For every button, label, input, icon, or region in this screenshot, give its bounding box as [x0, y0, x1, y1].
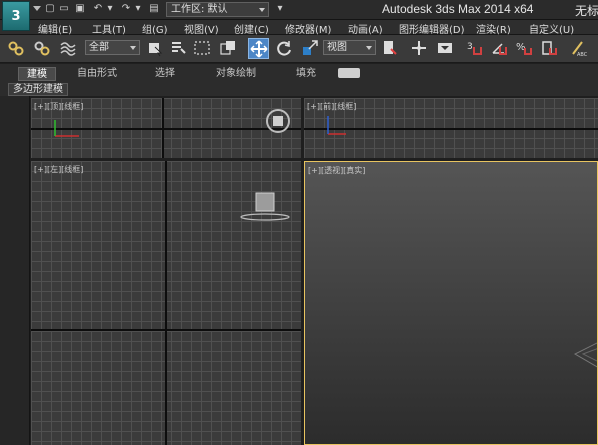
undo-icon[interactable]: ↶ — [92, 3, 104, 15]
select-object-icon[interactable] — [146, 39, 164, 57]
svg-text:ABC: ABC — [577, 52, 588, 57]
select-and-move-icon[interactable] — [248, 38, 269, 59]
tab-populate[interactable]: 填充 — [288, 67, 324, 81]
ribbon-options-dropdown[interactable] — [338, 68, 360, 78]
app-logo-glyph: 3 — [11, 8, 21, 24]
window-title: Autodesk 3ds Max 2014 x64 — [382, 2, 534, 16]
app-menu-button[interactable]: 3 — [2, 1, 30, 31]
ribbon-panel-polygon-modeling[interactable]: 多边形建模 — [8, 83, 68, 96]
menu-group[interactable]: 组(G) — [142, 21, 168, 36]
svg-text:3: 3 — [467, 42, 473, 52]
redo-icon[interactable]: ↷ — [120, 3, 132, 15]
viewcube-icon[interactable] — [239, 189, 291, 223]
workspace-selector[interactable]: 工作区: 默认 — [166, 2, 269, 17]
viewport-perspective[interactable]: [+][透视][真实] — [304, 161, 598, 445]
selection-filter-value: 全部 — [89, 42, 109, 53]
project-folder-icon[interactable]: ▤ — [148, 3, 160, 15]
reference-coordinate-dropdown[interactable]: 视图 — [323, 40, 376, 55]
select-by-name-icon[interactable] — [169, 39, 187, 57]
undo-dropdown-icon[interactable]: ▾ — [104, 3, 116, 15]
save-icon[interactable]: ▣ — [74, 3, 86, 15]
bind-to-space-warp-icon[interactable] — [59, 39, 77, 57]
redo-dropdown-icon[interactable]: ▾ — [132, 3, 144, 15]
edit-named-selection-icon[interactable]: ABC — [570, 39, 588, 58]
tab-freeform[interactable]: 自由形式 — [69, 67, 125, 81]
menu-animation[interactable]: 动画(A) — [348, 21, 383, 36]
spinner-snap-toggle-icon[interactable] — [540, 39, 558, 57]
menu-bar: 编辑(E) 工具(T) 组(G) 视图(V) 创建(C) 修改器(M) 动画(A… — [0, 20, 598, 36]
menu-graph-editors[interactable]: 图形编辑器(D) — [399, 21, 465, 36]
reference-coordinate-value: 视图 — [327, 42, 347, 53]
viewport-top[interactable]: [+][顶][线框] — [31, 98, 301, 158]
customize-quick-access-icon[interactable]: ▾ — [274, 3, 286, 15]
unlink-selection-icon[interactable] — [33, 39, 51, 57]
viewport-front[interactable]: [+][前][线框] — [304, 98, 598, 158]
perspective-grid-corner — [573, 342, 597, 368]
ribbon: 建模 自由形式 选择 对象绘制 填充 多边形建模 — [0, 64, 598, 96]
pivot-center-icon[interactable] — [381, 39, 399, 57]
axis-tripod-icon — [327, 116, 346, 135]
keyboard-shortcut-override-icon[interactable] — [436, 39, 454, 57]
grid-axis-horizontal — [31, 329, 301, 331]
chevron-down-icon — [259, 8, 265, 12]
viewcube-icon[interactable] — [265, 108, 291, 134]
tab-selection[interactable]: 选择 — [147, 67, 183, 81]
select-and-manipulate-icon[interactable] — [410, 39, 428, 57]
rectangular-selection-region-icon[interactable] — [193, 39, 211, 57]
axis-tripod-icon — [54, 120, 79, 137]
new-file-icon[interactable]: ▢ — [44, 3, 56, 15]
menu-view[interactable]: 视图(V) — [184, 21, 219, 36]
grid-axis-vertical — [165, 161, 167, 445]
menu-rendering[interactable]: 渲染(R) — [476, 21, 511, 36]
chevron-down-icon — [130, 46, 136, 50]
select-and-link-icon[interactable] — [7, 39, 25, 57]
document-title: 无标 — [575, 4, 598, 18]
select-and-scale-icon[interactable] — [301, 39, 319, 57]
viewport-label-left[interactable]: [+][左][线框] — [34, 164, 83, 175]
chevron-down-icon — [366, 46, 372, 50]
selection-filter-dropdown[interactable]: 全部 — [85, 40, 140, 55]
percent-snap-toggle-icon[interactable]: % — [515, 39, 533, 57]
viewport-label-top[interactable]: [+][顶][线框] — [34, 101, 83, 112]
workspace-label: 工作区: 默认 — [171, 4, 228, 15]
tab-modeling[interactable]: 建模 — [18, 67, 56, 81]
menu-create[interactable]: 创建(C) — [234, 21, 269, 36]
left-side-strip — [0, 96, 30, 445]
menu-customize[interactable]: 自定义(U) — [529, 21, 574, 36]
main-toolbar: 全部 视图 3 % ABC — [0, 35, 598, 63]
menu-edit[interactable]: 编辑(E) — [38, 21, 72, 36]
snaps-toggle-icon[interactable]: 3 — [466, 39, 484, 57]
window-crossing-icon[interactable] — [219, 39, 237, 57]
menu-modifiers[interactable]: 修改器(M) — [285, 21, 331, 36]
viewport-left[interactable]: [+][左][线框] — [31, 161, 301, 445]
tab-object-paint[interactable]: 对象绘制 — [208, 67, 264, 81]
viewport-label-front[interactable]: [+][前][线框] — [307, 101, 356, 112]
open-file-icon[interactable]: ▭ — [58, 3, 70, 15]
angle-snap-toggle-icon[interactable] — [490, 39, 508, 57]
viewport-label-perspective[interactable]: [+][透视][真实] — [308, 165, 365, 176]
menu-tools[interactable]: 工具(T) — [92, 21, 126, 36]
title-bar: 3 ▢ ▭ ▣ ↶ ▾ ↷ ▾ ▤ 工作区: 默认 ▾ Autodesk 3ds… — [0, 0, 598, 31]
select-and-rotate-icon[interactable] — [275, 39, 293, 57]
app-menu-dropdown-icon[interactable] — [33, 6, 41, 11]
